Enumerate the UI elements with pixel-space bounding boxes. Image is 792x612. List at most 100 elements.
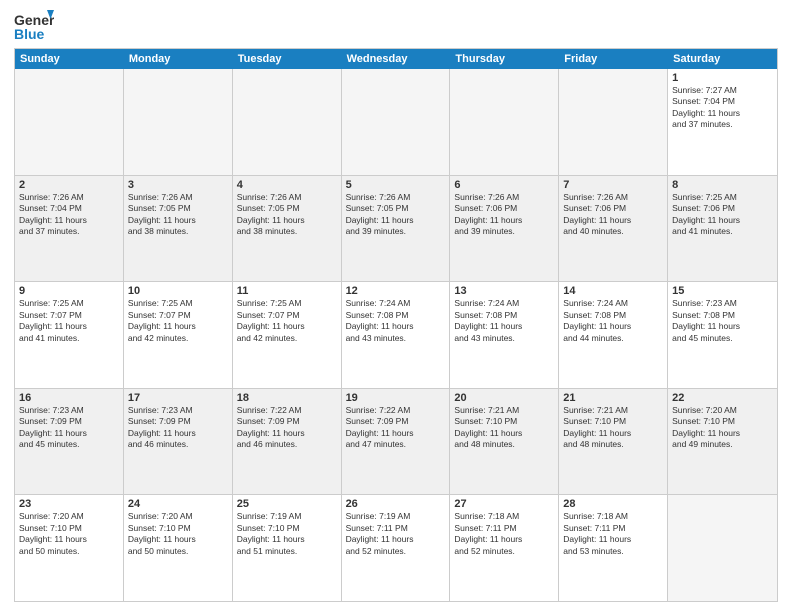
day-number: 13	[454, 285, 554, 297]
cal-cell: 11Sunrise: 7:25 AMSunset: 7:07 PMDayligh…	[233, 282, 342, 388]
day-info: Sunrise: 7:26 AMSunset: 7:05 PMDaylight:…	[237, 192, 337, 238]
cal-cell: 2Sunrise: 7:26 AMSunset: 7:04 PMDaylight…	[15, 176, 124, 282]
day-info: Sunrise: 7:24 AMSunset: 7:08 PMDaylight:…	[563, 298, 663, 344]
day-number: 26	[346, 498, 446, 510]
day-number: 15	[672, 285, 773, 297]
cal-cell: 12Sunrise: 7:24 AMSunset: 7:08 PMDayligh…	[342, 282, 451, 388]
day-number: 17	[128, 392, 228, 404]
cal-cell: 27Sunrise: 7:18 AMSunset: 7:11 PMDayligh…	[450, 495, 559, 601]
logo: GeneralBlue	[14, 10, 54, 42]
day-info: Sunrise: 7:26 AMSunset: 7:05 PMDaylight:…	[128, 192, 228, 238]
day-number: 21	[563, 392, 663, 404]
day-info: Sunrise: 7:20 AMSunset: 7:10 PMDaylight:…	[672, 405, 773, 451]
cal-cell: 3Sunrise: 7:26 AMSunset: 7:05 PMDaylight…	[124, 176, 233, 282]
day-number: 25	[237, 498, 337, 510]
day-number: 27	[454, 498, 554, 510]
week-row-3: 9Sunrise: 7:25 AMSunset: 7:07 PMDaylight…	[15, 282, 777, 389]
header-day-thursday: Thursday	[450, 49, 559, 69]
header-day-sunday: Sunday	[15, 49, 124, 69]
day-number: 22	[672, 392, 773, 404]
week-row-1: 1Sunrise: 7:27 AMSunset: 7:04 PMDaylight…	[15, 69, 777, 176]
day-info: Sunrise: 7:19 AMSunset: 7:10 PMDaylight:…	[237, 511, 337, 557]
week-row-4: 16Sunrise: 7:23 AMSunset: 7:09 PMDayligh…	[15, 389, 777, 496]
day-info: Sunrise: 7:27 AMSunset: 7:04 PMDaylight:…	[672, 85, 773, 131]
cal-cell: 24Sunrise: 7:20 AMSunset: 7:10 PMDayligh…	[124, 495, 233, 601]
cal-cell	[124, 69, 233, 175]
header-day-tuesday: Tuesday	[233, 49, 342, 69]
day-number: 6	[454, 179, 554, 191]
cal-cell: 15Sunrise: 7:23 AMSunset: 7:08 PMDayligh…	[668, 282, 777, 388]
day-info: Sunrise: 7:24 AMSunset: 7:08 PMDaylight:…	[346, 298, 446, 344]
day-number: 19	[346, 392, 446, 404]
day-number: 8	[672, 179, 773, 191]
day-number: 11	[237, 285, 337, 297]
cal-cell	[450, 69, 559, 175]
day-info: Sunrise: 7:22 AMSunset: 7:09 PMDaylight:…	[346, 405, 446, 451]
cal-cell: 9Sunrise: 7:25 AMSunset: 7:07 PMDaylight…	[15, 282, 124, 388]
day-info: Sunrise: 7:25 AMSunset: 7:07 PMDaylight:…	[19, 298, 119, 344]
cal-cell: 16Sunrise: 7:23 AMSunset: 7:09 PMDayligh…	[15, 389, 124, 495]
day-number: 2	[19, 179, 119, 191]
day-info: Sunrise: 7:20 AMSunset: 7:10 PMDaylight:…	[19, 511, 119, 557]
day-info: Sunrise: 7:19 AMSunset: 7:11 PMDaylight:…	[346, 511, 446, 557]
cal-cell: 23Sunrise: 7:20 AMSunset: 7:10 PMDayligh…	[15, 495, 124, 601]
day-number: 10	[128, 285, 228, 297]
cal-cell: 21Sunrise: 7:21 AMSunset: 7:10 PMDayligh…	[559, 389, 668, 495]
day-number: 7	[563, 179, 663, 191]
week-row-2: 2Sunrise: 7:26 AMSunset: 7:04 PMDaylight…	[15, 176, 777, 283]
day-number: 20	[454, 392, 554, 404]
day-info: Sunrise: 7:18 AMSunset: 7:11 PMDaylight:…	[563, 511, 663, 557]
cal-cell: 17Sunrise: 7:23 AMSunset: 7:09 PMDayligh…	[124, 389, 233, 495]
header-day-monday: Monday	[124, 49, 233, 69]
day-info: Sunrise: 7:18 AMSunset: 7:11 PMDaylight:…	[454, 511, 554, 557]
day-number: 23	[19, 498, 119, 510]
day-info: Sunrise: 7:23 AMSunset: 7:08 PMDaylight:…	[672, 298, 773, 344]
cal-cell: 14Sunrise: 7:24 AMSunset: 7:08 PMDayligh…	[559, 282, 668, 388]
cal-cell	[15, 69, 124, 175]
day-number: 24	[128, 498, 228, 510]
calendar-header: SundayMondayTuesdayWednesdayThursdayFrid…	[15, 49, 777, 69]
cal-cell: 1Sunrise: 7:27 AMSunset: 7:04 PMDaylight…	[668, 69, 777, 175]
page: GeneralBlue SundayMondayTuesdayWednesday…	[0, 0, 792, 612]
day-info: Sunrise: 7:25 AMSunset: 7:07 PMDaylight:…	[237, 298, 337, 344]
cal-cell	[668, 495, 777, 601]
day-number: 1	[672, 72, 773, 84]
day-number: 14	[563, 285, 663, 297]
cal-cell: 13Sunrise: 7:24 AMSunset: 7:08 PMDayligh…	[450, 282, 559, 388]
day-info: Sunrise: 7:26 AMSunset: 7:05 PMDaylight:…	[346, 192, 446, 238]
cal-cell: 18Sunrise: 7:22 AMSunset: 7:09 PMDayligh…	[233, 389, 342, 495]
day-info: Sunrise: 7:23 AMSunset: 7:09 PMDaylight:…	[128, 405, 228, 451]
cal-cell: 19Sunrise: 7:22 AMSunset: 7:09 PMDayligh…	[342, 389, 451, 495]
header-day-friday: Friday	[559, 49, 668, 69]
calendar-body: 1Sunrise: 7:27 AMSunset: 7:04 PMDaylight…	[15, 69, 777, 601]
day-info: Sunrise: 7:25 AMSunset: 7:06 PMDaylight:…	[672, 192, 773, 238]
day-info: Sunrise: 7:26 AMSunset: 7:06 PMDaylight:…	[563, 192, 663, 238]
cal-cell: 20Sunrise: 7:21 AMSunset: 7:10 PMDayligh…	[450, 389, 559, 495]
week-row-5: 23Sunrise: 7:20 AMSunset: 7:10 PMDayligh…	[15, 495, 777, 601]
day-info: Sunrise: 7:26 AMSunset: 7:04 PMDaylight:…	[19, 192, 119, 238]
cal-cell	[233, 69, 342, 175]
header: GeneralBlue	[14, 10, 778, 42]
logo-svg: GeneralBlue	[14, 10, 54, 42]
day-info: Sunrise: 7:21 AMSunset: 7:10 PMDaylight:…	[454, 405, 554, 451]
day-info: Sunrise: 7:23 AMSunset: 7:09 PMDaylight:…	[19, 405, 119, 451]
day-number: 12	[346, 285, 446, 297]
cal-cell: 7Sunrise: 7:26 AMSunset: 7:06 PMDaylight…	[559, 176, 668, 282]
cal-cell: 8Sunrise: 7:25 AMSunset: 7:06 PMDaylight…	[668, 176, 777, 282]
header-day-wednesday: Wednesday	[342, 49, 451, 69]
day-info: Sunrise: 7:21 AMSunset: 7:10 PMDaylight:…	[563, 405, 663, 451]
cal-cell: 4Sunrise: 7:26 AMSunset: 7:05 PMDaylight…	[233, 176, 342, 282]
day-info: Sunrise: 7:24 AMSunset: 7:08 PMDaylight:…	[454, 298, 554, 344]
cal-cell: 10Sunrise: 7:25 AMSunset: 7:07 PMDayligh…	[124, 282, 233, 388]
calendar: SundayMondayTuesdayWednesdayThursdayFrid…	[14, 48, 778, 602]
cal-cell: 22Sunrise: 7:20 AMSunset: 7:10 PMDayligh…	[668, 389, 777, 495]
header-day-saturday: Saturday	[668, 49, 777, 69]
cal-cell: 5Sunrise: 7:26 AMSunset: 7:05 PMDaylight…	[342, 176, 451, 282]
day-info: Sunrise: 7:26 AMSunset: 7:06 PMDaylight:…	[454, 192, 554, 238]
day-number: 3	[128, 179, 228, 191]
day-number: 18	[237, 392, 337, 404]
cal-cell: 6Sunrise: 7:26 AMSunset: 7:06 PMDaylight…	[450, 176, 559, 282]
cal-cell: 28Sunrise: 7:18 AMSunset: 7:11 PMDayligh…	[559, 495, 668, 601]
day-number: 28	[563, 498, 663, 510]
day-info: Sunrise: 7:25 AMSunset: 7:07 PMDaylight:…	[128, 298, 228, 344]
